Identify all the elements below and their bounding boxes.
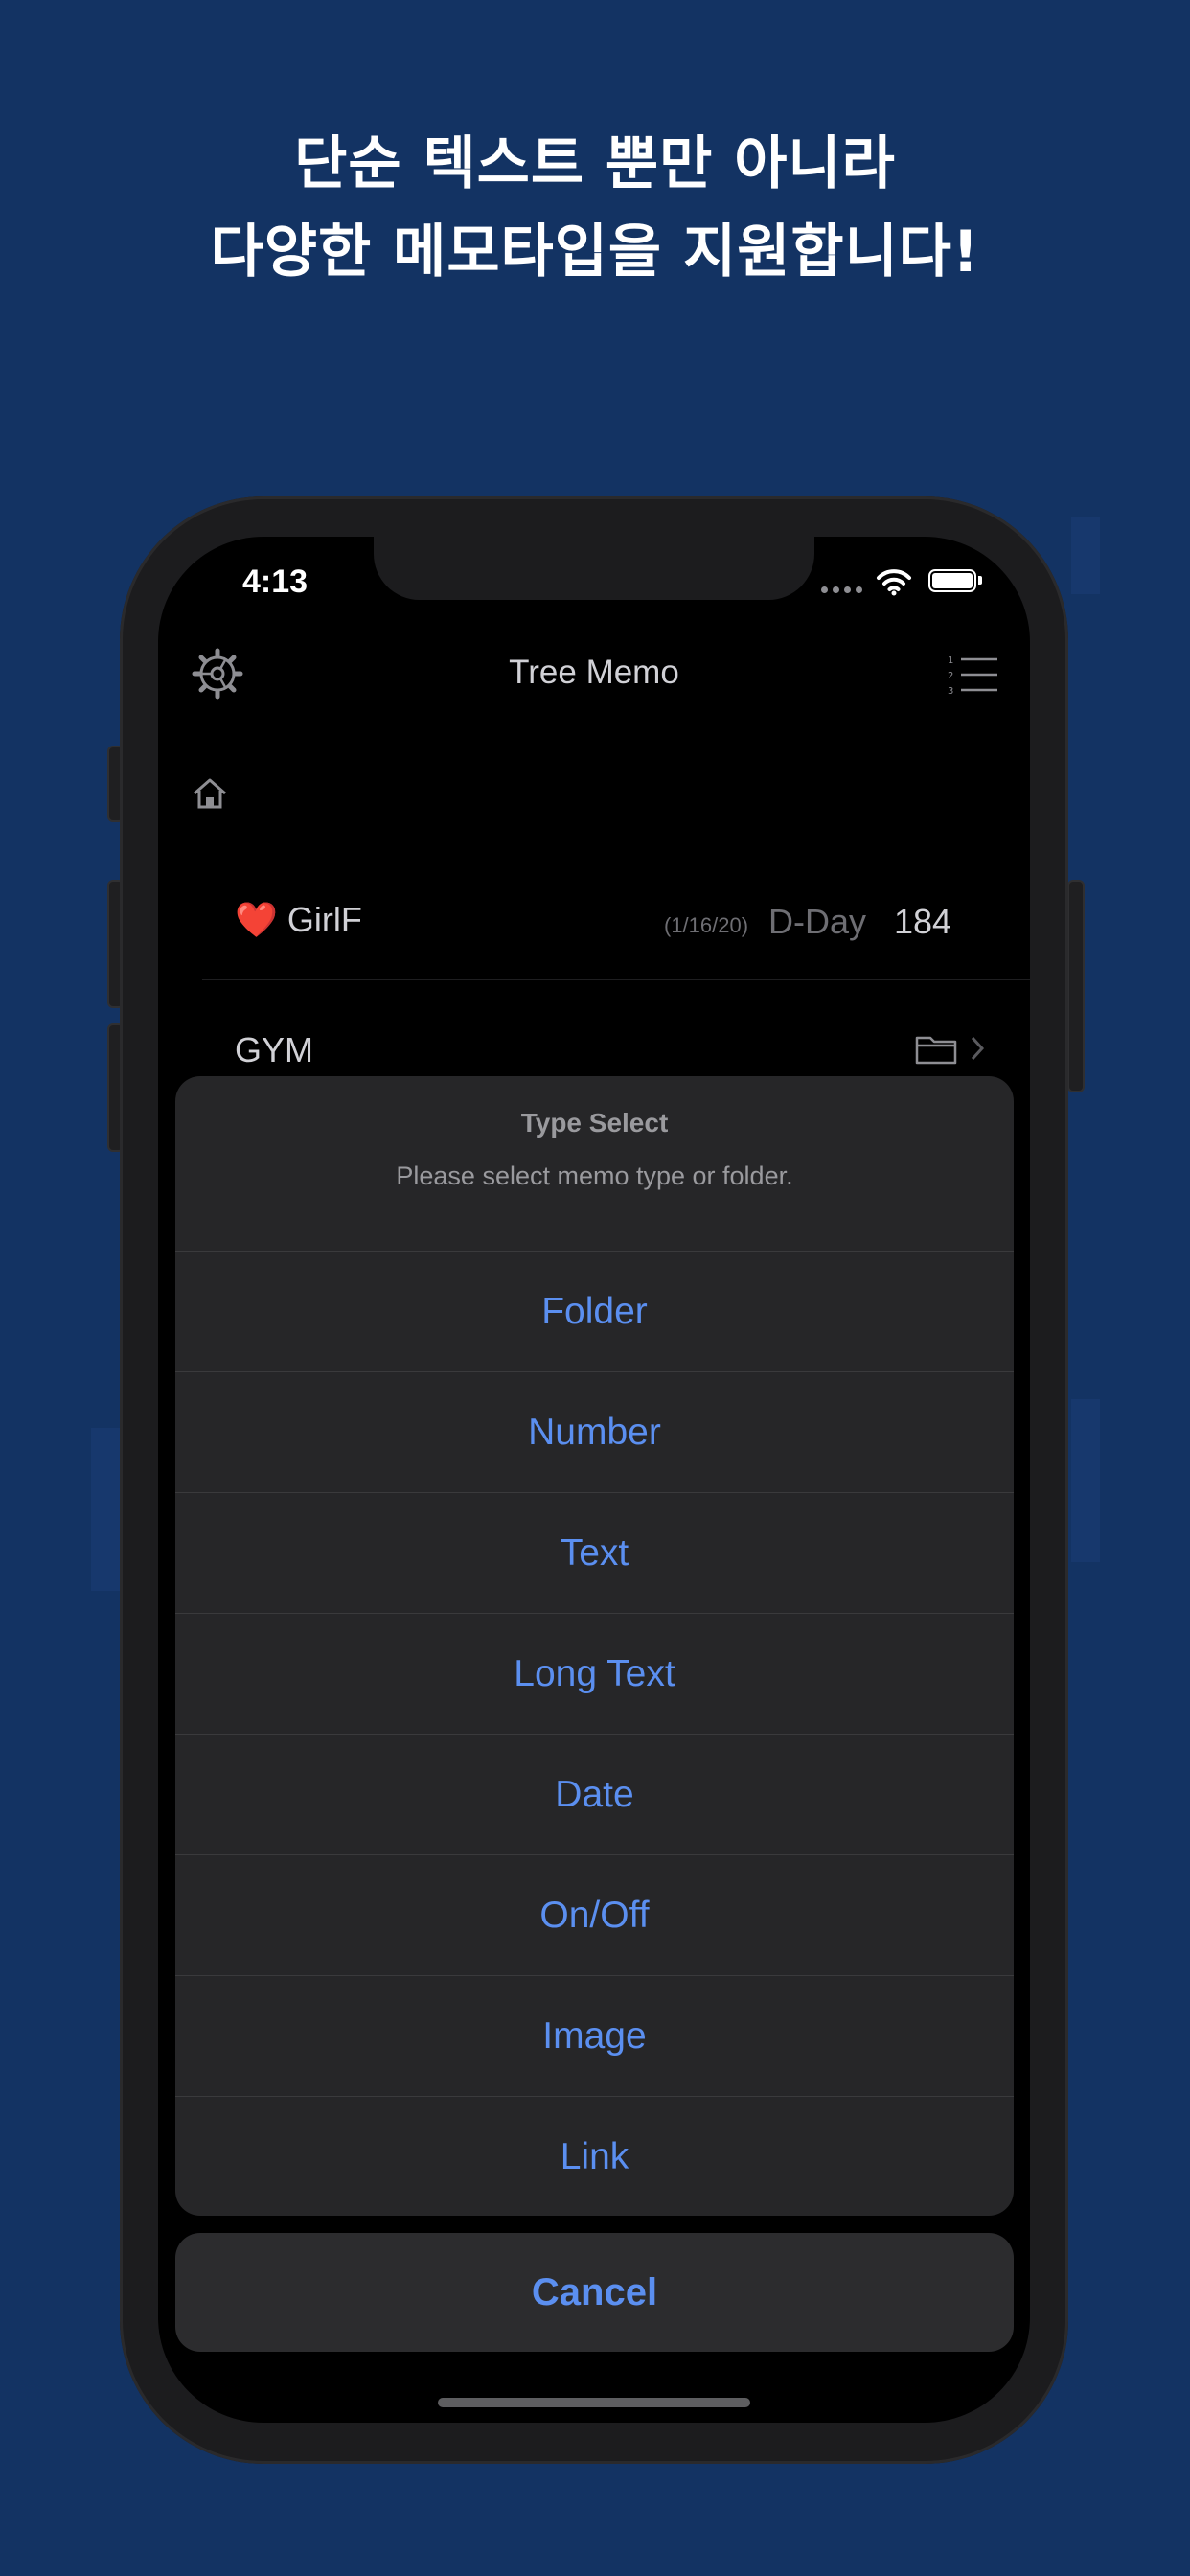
type-select-sheet: Type Select Please select memo type or f… [175,1076,1014,2216]
home-icon[interactable] [191,774,229,813]
list-item[interactable]: ❤️ GirlF (1/16/20) D-Day 184 [158,865,1030,980]
svg-text:2: 2 [948,671,953,681]
numbered-list-icon[interactable]: 1 2 3 [948,654,997,698]
status-icons [819,567,982,596]
notch [374,537,814,600]
dday-label: D-Day [768,902,867,941]
background-decoration [91,1428,120,1591]
promo-headline: 단순 텍스트 뿐만 아니라 다양한 메모타입을 지원합니다! [0,120,1190,296]
row-divider [202,979,1030,980]
phone-power-button [1067,880,1085,1092]
battery-nub [978,576,982,585]
background-decoration [1071,1399,1100,1562]
svg-text:3: 3 [948,686,953,697]
home-indicator [438,2398,750,2407]
signal-dot [833,586,839,593]
battery-icon [928,569,976,592]
dday-date: (1/16/20) [664,913,749,937]
nav-title: Tree Memo [509,654,679,691]
signal-dot [856,586,862,593]
option-date[interactable]: Date [175,1735,1014,1855]
option-long-text[interactable]: Long Text [175,1614,1014,1735]
signal-dot [844,586,851,593]
sheet-header: Type Select Please select memo type or f… [175,1076,1014,1252]
row-title: GYM [235,1030,314,1070]
heart-emoji: ❤️ [235,900,278,939]
option-folder[interactable]: Folder [175,1252,1014,1372]
option-number[interactable]: Number [175,1372,1014,1493]
option-link[interactable]: Link [175,2097,1014,2216]
headline-line-2: 다양한 메모타입을 지원합니다! [210,218,980,286]
chevron-right-icon [971,1036,985,1061]
option-image[interactable]: Image [175,1976,1014,2097]
row-title-text: GirlF [286,900,362,939]
cancel-button[interactable]: Cancel [175,2233,1014,2352]
row-title: ❤️ GirlF [235,900,362,940]
svg-text:1: 1 [948,656,953,666]
status-time: 4:13 [242,564,309,600]
sheet-title: Type Select [520,1108,669,1138]
signal-icon [821,586,828,593]
sheet-message: Please select memo type or folder. [396,1162,793,1190]
headline-line-1: 단순 텍스트 뿐만 아니라 [294,130,896,197]
option-text[interactable]: Text [175,1493,1014,1614]
dday-count: 184 [894,902,952,941]
background-decoration [1071,518,1100,594]
wifi-icon [877,569,911,596]
option-on-off[interactable]: On/Off [175,1855,1014,1976]
folder-icon [915,1036,957,1065]
